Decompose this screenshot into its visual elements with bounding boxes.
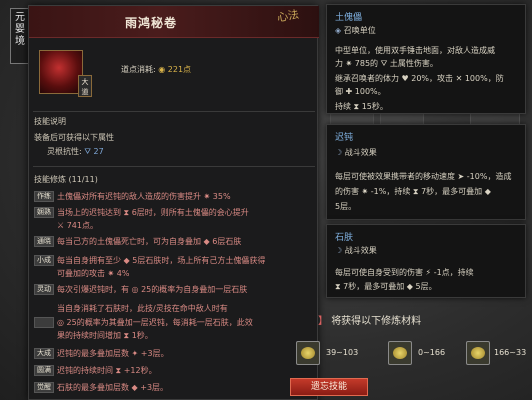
card-line: 继承召唤者的体力 ♥ 20%，攻击 ✕ 100%，防 [335, 74, 504, 83]
training-row: 通晓 每当己方的土傀儡死亡时，可为自身叠加 ◆ 6层石肤 [34, 235, 318, 247]
training-row-text: ◎ 25的概率为其叠加一层迟钝，每消耗一层石肤，此效 [57, 317, 253, 327]
material-count: 0~166 [418, 348, 446, 357]
card-line: 5层。 [335, 202, 357, 211]
card-title: 石肤 [335, 233, 354, 243]
dao-point-cost: 道点消耗: ◉ 221点 [121, 64, 191, 75]
skill-emblem-icon[interactable]: 大道 [39, 50, 92, 97]
training-row: 精通 当自身消耗了石肤时，此技/灵技在命中敌人时有 [34, 302, 318, 314]
training-row: 圆满 迟钝的持续时间 ⧗ +12秒。 [34, 364, 318, 376]
training-row: ◎ 25的概率为其叠加一层迟钝，每消耗一层石肤，此效 [34, 316, 318, 328]
material-count: 166~33 [494, 348, 527, 357]
training-row-text: 迟钝的持续时间 ⧗ +12秒。 [57, 365, 157, 375]
resist-stat: 灵根抗性: ⛛ 27 [47, 146, 104, 157]
training-stage-badge [34, 316, 54, 328]
card-subtitle: ◈ 召唤单位 [335, 25, 376, 36]
training-row-text: 迟钝的最多叠加层数 ✦ +3层。 [57, 348, 169, 358]
resist-value: 27 [93, 147, 104, 156]
training-row-text: 每当己方的土傀儡死亡时，可为自身叠加 ◆ 6层石肤 [57, 236, 242, 246]
card-line: 御 ✚ 100%。 [335, 87, 386, 96]
training-stage-badge: 灵动 [34, 283, 54, 295]
training-row: 小成 每当自身拥有至少 ◆ 5层石肤时，场上所有己方土傀儡获得 [34, 254, 318, 266]
training-row-text: 每次引爆迟钝时，有 ◎ 25的概率为自身叠加一层石肤 [57, 284, 248, 294]
training-row-text: 石肤的最多叠加层数 ◆ +3层。 [57, 382, 169, 392]
battle-effect-icon: ☽ [335, 148, 343, 157]
cost-label: 道点消耗: [121, 65, 156, 74]
training-row: ⚔ 741点。 [34, 219, 318, 231]
panel-header: 雨鸿秘卷 心法 [29, 6, 319, 38]
materials-title-text: 将获得以下修炼材料 [331, 316, 422, 327]
card-subtitle-text: 战斗效果 [344, 246, 377, 255]
training-row-text: 当自身消耗了石肤时，此技/灵技在命中敌人时有 [57, 303, 228, 313]
card-line: 力 ✷ 785的 ⛛ 土属性伤害。 [335, 59, 438, 68]
training-row: 觉醒 石肤的最多叠加层数 ◆ +3层。 [34, 381, 318, 393]
cost-value: 221点 [167, 65, 192, 74]
equip-note: 装备后可获得以下属性 [34, 133, 114, 142]
card-subtitle-text: 战斗效果 [344, 148, 377, 157]
card-subtitle: ☽ 战斗效果 [335, 245, 377, 256]
training-stage-badge: 娴熟 [34, 206, 54, 218]
card-subtitle: ☽ 战斗效果 [335, 147, 377, 158]
training-row-text: 当场上的迟钝达到 ⧗ 6层时，则所有土傀儡的会心提升 [57, 207, 249, 217]
training-row-text: 果的持续时间增加 ⧗ 1秒。 [57, 330, 153, 340]
training-row-text: ⚔ 741点。 [57, 220, 98, 230]
training-stage-badge: 作练 [34, 190, 54, 202]
material-slot[interactable] [466, 341, 490, 365]
coin-icon [471, 347, 485, 359]
card-line: 的伤害 ✷ -1%，持续 ⧗ 7秒，最多可叠加 ◆ [335, 187, 491, 196]
section-skill-description: 技能说明 [34, 117, 66, 126]
training-stage-badge: 小成 [34, 254, 54, 266]
card-line: 每层可使被效果携带者的移动速度 ➤ -10%，造成 [335, 172, 512, 181]
material-slot[interactable] [296, 341, 320, 365]
training-stage-badge: 圆满 [34, 364, 54, 376]
materials-marker: 】 [318, 316, 328, 327]
tooltip-card-sluggish: 迟钝 ☽ 战斗效果 每层可使被效果携带者的移动速度 ➤ -10%，造成 的伤害 … [326, 124, 526, 220]
card-line: ⧗ 7秒，最多可叠加 ◆ 5层。 [335, 282, 437, 291]
resist-label: 灵根抗性: [47, 147, 82, 156]
training-stage-badge: 通晓 [34, 235, 54, 247]
card-line: 中型单位，使用双手锤击地面，对敌人造成威 [335, 46, 495, 55]
summon-unit-icon: ◈ [335, 26, 342, 35]
card-line: 每层可使自身受到的伤害 ⚡ -1点，持续 [335, 268, 474, 277]
realm-label: 元婴境 [10, 8, 30, 64]
tooltip-card-stone-skin: 石肤 ☽ 战斗效果 每层可使自身受到的伤害 ⚡ -1点，持续 ⧗ 7秒，最多可叠… [326, 224, 526, 298]
card-title: 土傀儡 [335, 13, 363, 23]
training-stage-badge: 大成 [34, 347, 54, 359]
card-title: 迟钝 [335, 133, 354, 143]
card-subtitle-text: 召唤单位 [343, 26, 376, 35]
material-count: 39~103 [326, 348, 359, 357]
skill-title: 雨鸿秘卷 [125, 16, 178, 30]
skill-detail-panel: 雨鸿秘卷 心法 ☾ 大道 道点消耗: ◉ 221点 技能说明 装备后可获得以下属… [28, 5, 336, 400]
divider [33, 111, 315, 112]
section-skill-training: 技能修炼 (11/11) [34, 175, 98, 184]
battle-effect-icon: ☽ [335, 246, 343, 255]
forget-skill-button[interactable]: 遗忘技能 [290, 378, 368, 396]
training-row-text: 土傀儡对所有迟钝的敌人造成的伤害提升 ✷ 35% [57, 191, 231, 201]
training-row: 大成 迟钝的最多叠加层数 ✦ +3层。 [34, 347, 318, 359]
training-row: 可叠加的攻击 ✷ 4% [34, 267, 318, 279]
training-row: 果的持续时间增加 ⧗ 1秒。 [34, 329, 318, 341]
dao-point-icon: ◉ [158, 65, 166, 74]
coin-icon [301, 347, 315, 359]
skill-type-calligraphy: 心法 [276, 7, 301, 25]
card-line: 持续 ⧗ 15秒。 [335, 102, 388, 111]
training-row-text: 每当自身拥有至少 ◆ 5层石肤时，场上所有己方土傀儡获得 [57, 255, 266, 265]
training-row: 娴熟 当场上的迟钝达到 ⧗ 6层时，则所有土傀儡的会心提升 [34, 206, 318, 218]
training-stage-badge: 觉醒 [34, 381, 54, 393]
training-row: 灵动 每次引爆迟钝时，有 ◎ 25的概率为自身叠加一层石肤 [34, 283, 318, 295]
training-row-text: 可叠加的攻击 ✷ 4% [57, 268, 130, 278]
divider [33, 166, 315, 167]
resist-icon: ⛛ [84, 147, 91, 156]
material-slot[interactable] [388, 341, 412, 365]
tooltip-card-earth-puppet: 土傀儡 ◈ 召唤单位 中型单位，使用双手锤击地面，对敌人造成威 力 ✷ 785的… [326, 4, 526, 114]
materials-title: 】 将获得以下修炼材料 [318, 312, 421, 327]
training-row: 作练 土傀儡对所有迟钝的敌人造成的伤害提升 ✷ 35% [34, 190, 318, 202]
coin-icon [393, 347, 407, 359]
skill-tier-badge: 大道 [78, 75, 92, 97]
